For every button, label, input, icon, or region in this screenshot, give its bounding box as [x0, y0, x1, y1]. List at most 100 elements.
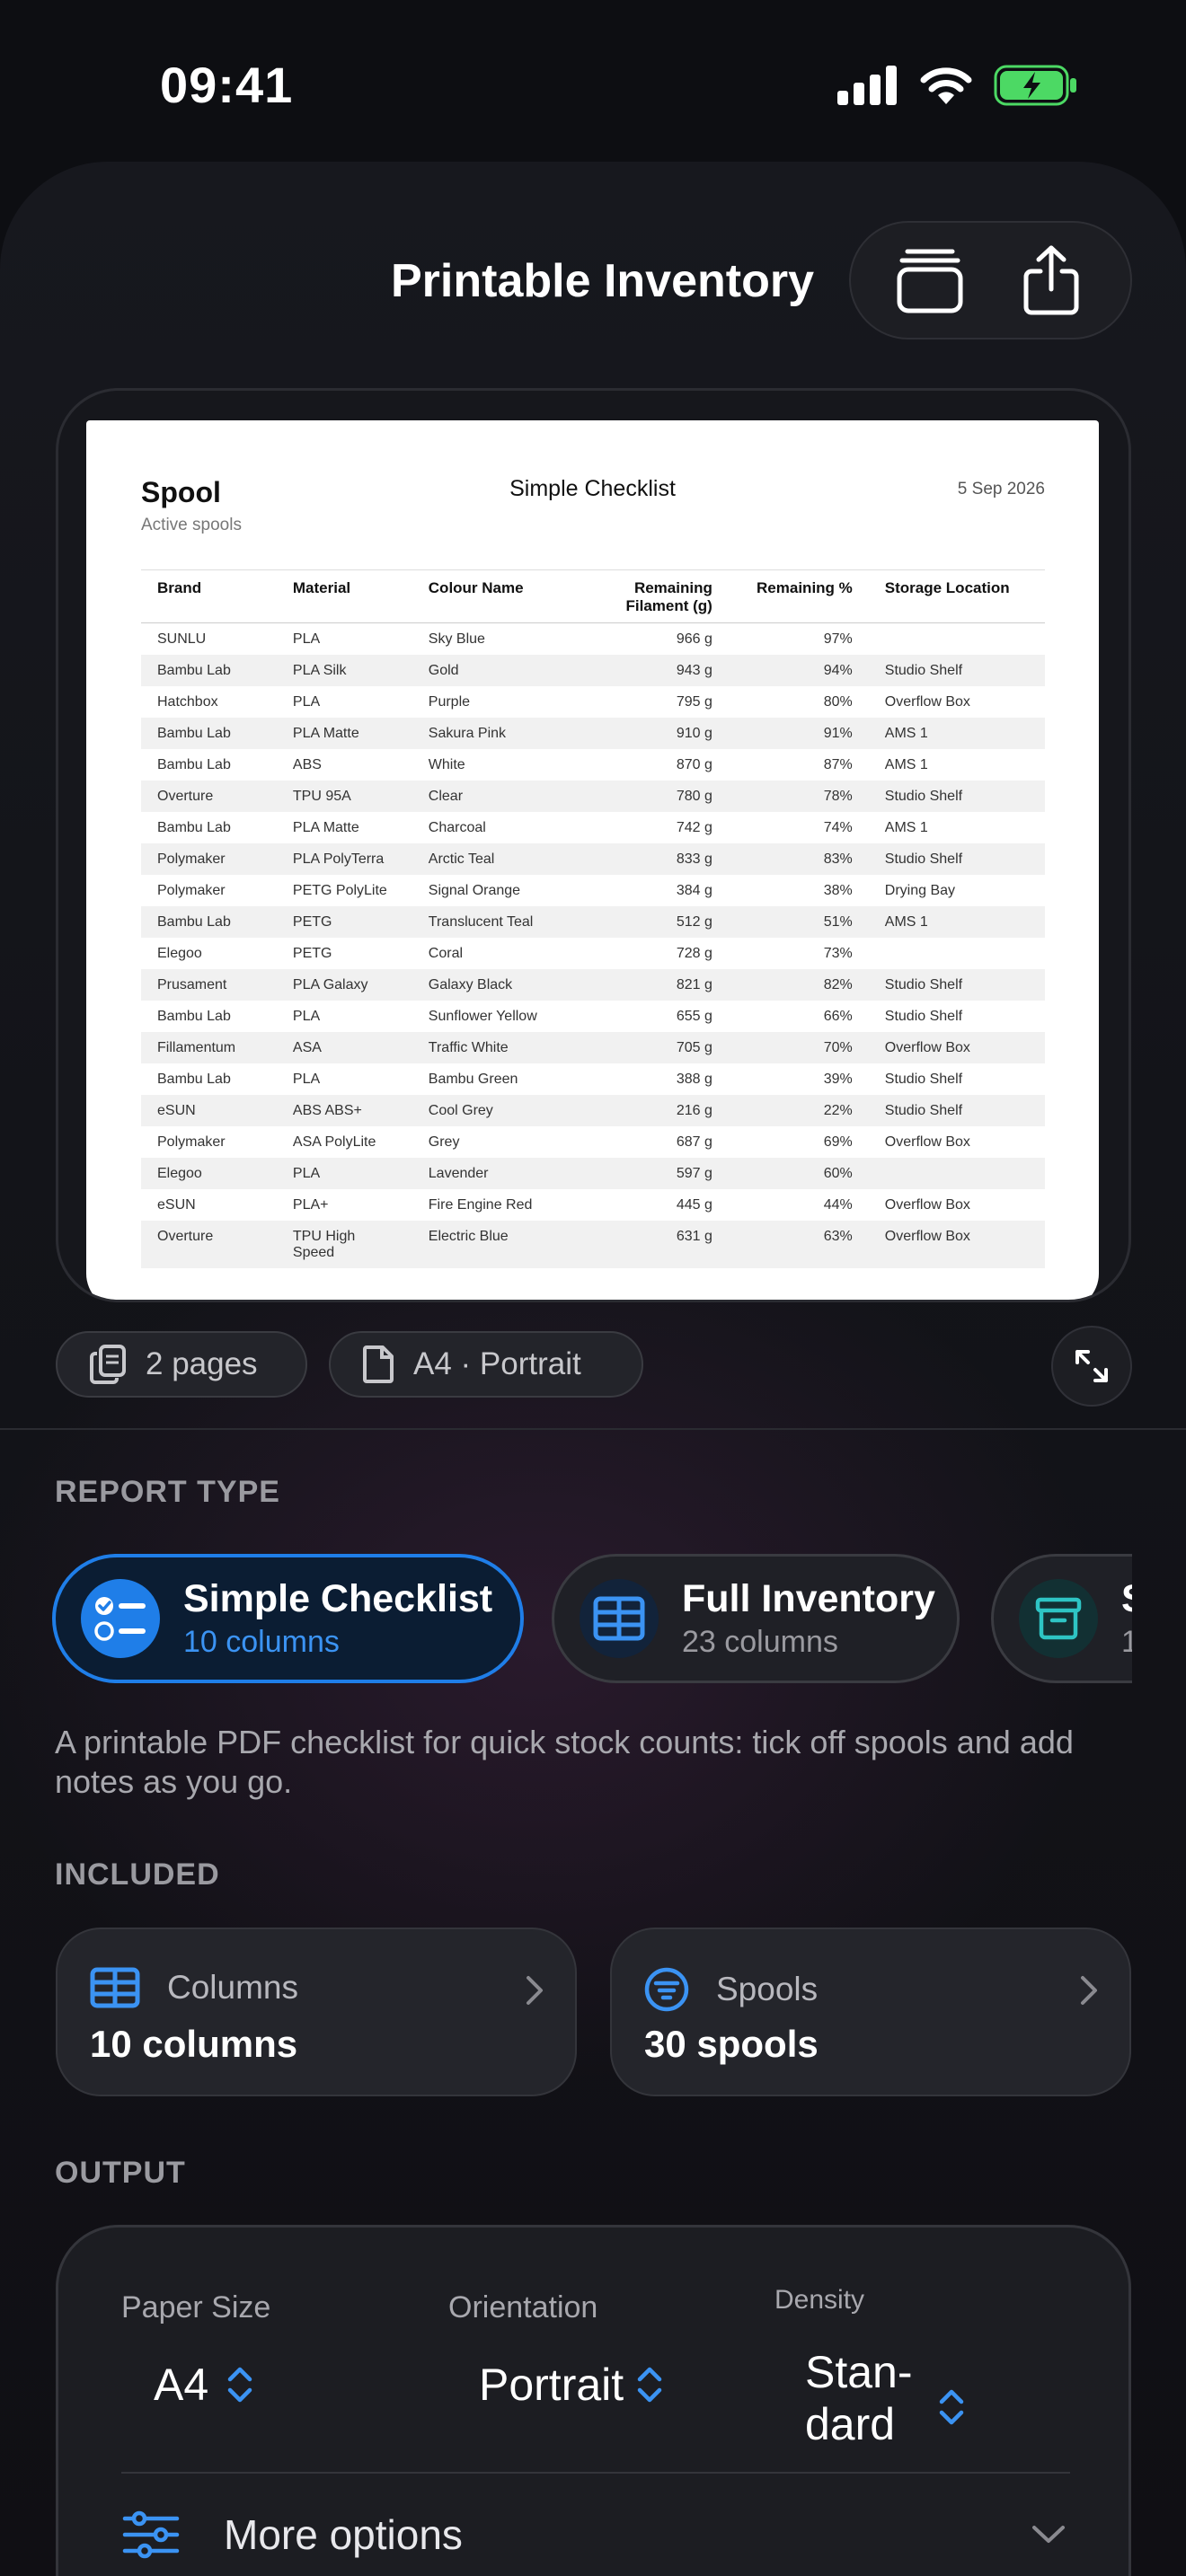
- table-cell: 87%: [823, 757, 853, 772]
- table-cell: 83%: [728, 843, 869, 875]
- table-cell: Polymaker: [141, 843, 277, 875]
- table-cell: 512 g: [588, 906, 729, 938]
- table-cell: 78%: [728, 781, 869, 812]
- included-spools-card[interactable]: Spools 30 spools: [610, 1928, 1131, 2096]
- table-cell: PLA: [276, 1158, 412, 1189]
- table-cell: 82%: [728, 969, 869, 1001]
- table-cell: PETG: [292, 946, 332, 961]
- included-heading: INCLUDED: [55, 1857, 220, 1892]
- table-cell: 795 g: [676, 694, 712, 710]
- table-header-cell: Material: [276, 569, 412, 623]
- document-icon: [363, 1345, 394, 1383]
- table-body: SUNLU PLA Sky Blue 966 g 97% Bambu Lab PLA Sil…: [141, 623, 1045, 1268]
- stacked-pages-icon: [897, 249, 963, 313]
- table-cell: Bambu Lab: [141, 655, 277, 686]
- table-row: Bambu Lab PLA Bambu Green 388 g 39% Studio Sh…: [141, 1063, 1045, 1095]
- table-icon: [580, 1579, 659, 1658]
- table-cell: Drying Bay: [884, 883, 956, 898]
- table-cell: [868, 1158, 1045, 1189]
- included-spools-header: Spools: [644, 1967, 818, 2012]
- page-count-chip: 2 pages: [56, 1331, 307, 1398]
- table-cell: Overflow Box: [868, 1221, 1045, 1268]
- table-cell: [869, 938, 1045, 969]
- pdf-page-preview: Spool Active spools Simple Checklist 5 S…: [86, 420, 1099, 1300]
- orientation-column: Orientation: [448, 2290, 597, 2325]
- pdf-preview-card[interactable]: Spool Active spools Simple Checklist 5 S…: [56, 388, 1131, 1302]
- table-icon: [90, 1967, 140, 2008]
- table-cell: Overture: [141, 781, 277, 812]
- table-cell: 94%: [728, 655, 869, 686]
- table-cell: ABS: [292, 757, 322, 772]
- table-cell: Galaxy Black: [412, 969, 589, 1001]
- included-columns-header: Columns: [90, 1967, 298, 2008]
- report-type-full-inventory[interactable]: Full Inventory 23 columns: [552, 1554, 960, 1683]
- table-row: eSUN ABS ABS+ Cool Grey 216 g 22% Studio Shel…: [141, 1095, 1045, 1126]
- checklist-icon: [81, 1579, 160, 1658]
- table-row: Bambu Lab PLA Silk Gold 943 g 94% Studio Shel…: [141, 655, 1045, 686]
- report-type-simple-checklist[interactable]: Simple Checklist 10 columns: [52, 1554, 524, 1683]
- density-column: Density: [774, 2285, 864, 2316]
- print-queue-button[interactable]: [885, 235, 975, 325]
- status-bar: 09:41: [0, 0, 1186, 171]
- table-cell: PLA Silk: [276, 655, 412, 686]
- table-cell: Signal Orange: [428, 883, 521, 898]
- table-cell: Prusament: [141, 969, 277, 1001]
- report-type-description: A printable PDF checklist for quick stoc…: [55, 1724, 1074, 1800]
- table-cell: 597 g: [588, 1158, 729, 1189]
- density-picker[interactable]: Stan- dard: [805, 2346, 965, 2450]
- table-cell: 39%: [823, 1072, 853, 1087]
- table-cell: Bambu Lab: [157, 820, 231, 835]
- table-cell: PLA: [292, 1072, 321, 1087]
- table-header-cell: Remaining %: [728, 569, 869, 623]
- included-spools-title: Spools: [716, 1971, 819, 2007]
- table-cell: PETG: [276, 906, 412, 938]
- more-options-label: More options: [224, 2511, 463, 2558]
- report-type-columns: 10 columns: [183, 1625, 340, 1659]
- table-row: Bambu Lab PLA Matte Charcoal 742 g 74% AMS 1: [141, 812, 1045, 843]
- table-cell: ASA: [276, 1032, 412, 1063]
- paper-size-column: Paper Size: [121, 2290, 270, 2325]
- included-columns-card[interactable]: Columns 10 columns: [56, 1928, 577, 2096]
- page-format-chip: A4 · Portrait: [329, 1331, 643, 1398]
- included-columns-value: 10 columns: [90, 2023, 298, 2065]
- table-cell: PLA+: [292, 1197, 329, 1213]
- table-cell: 216 g: [588, 1095, 729, 1126]
- density-value-line2: dard: [805, 2399, 896, 2449]
- expand-preview-button[interactable]: [1051, 1326, 1132, 1407]
- table-cell: Fire Engine Red: [428, 1197, 533, 1213]
- share-button[interactable]: [1006, 235, 1096, 325]
- page-title: Printable Inventory: [391, 255, 814, 307]
- table-cell: PLA Matte: [292, 820, 359, 835]
- table-cell: PETG PolyLite: [292, 883, 387, 898]
- table-cell: Arctic Teal: [412, 843, 589, 875]
- table-cell: Clear: [412, 781, 589, 812]
- chevron-down-icon: [1032, 2526, 1065, 2543]
- table-cell: AMS 1: [884, 820, 928, 835]
- table-cell: 910 g: [588, 718, 729, 749]
- section-divider: [0, 1428, 1186, 1430]
- more-options-row[interactable]: More options: [121, 2499, 1070, 2571]
- table-cell: Gold: [412, 655, 589, 686]
- table-cell: Studio Shelf: [884, 1072, 963, 1087]
- table-row: Polymaker PETG PolyLite Signal Orange 384 g…: [141, 875, 1045, 906]
- table-cell: Cool Grey: [412, 1095, 589, 1126]
- table-cell: 60%: [728, 1158, 869, 1189]
- table-cell: Bambu Lab: [141, 906, 277, 938]
- table-cell: 445 g: [676, 1197, 712, 1213]
- table-cell: 687 g: [676, 1134, 712, 1150]
- orientation-value: Portrait: [479, 2360, 624, 2410]
- paper-size-picker[interactable]: A4: [154, 2359, 253, 2411]
- orientation-picker[interactable]: Portrait: [479, 2359, 663, 2411]
- table-cell: TPU High Speed: [276, 1221, 412, 1268]
- report-type-third[interactable]: S 1: [991, 1554, 1132, 1683]
- share-icon: [1023, 245, 1079, 315]
- table-cell: Polymaker: [157, 1134, 226, 1150]
- table-cell: Overflow Box: [868, 1032, 1045, 1063]
- table-cell: Overflow Box: [884, 694, 970, 710]
- wifi-icon: [920, 67, 972, 104]
- table-cell: Studio Shelf: [868, 1095, 1045, 1126]
- table-cell: 780 g: [588, 781, 729, 812]
- table-row: Prusament PLA Galaxy Galaxy Black 821 g 82% S…: [141, 969, 1045, 1001]
- table-cell: Sakura Pink: [412, 718, 589, 749]
- table-cell: Charcoal: [428, 820, 486, 835]
